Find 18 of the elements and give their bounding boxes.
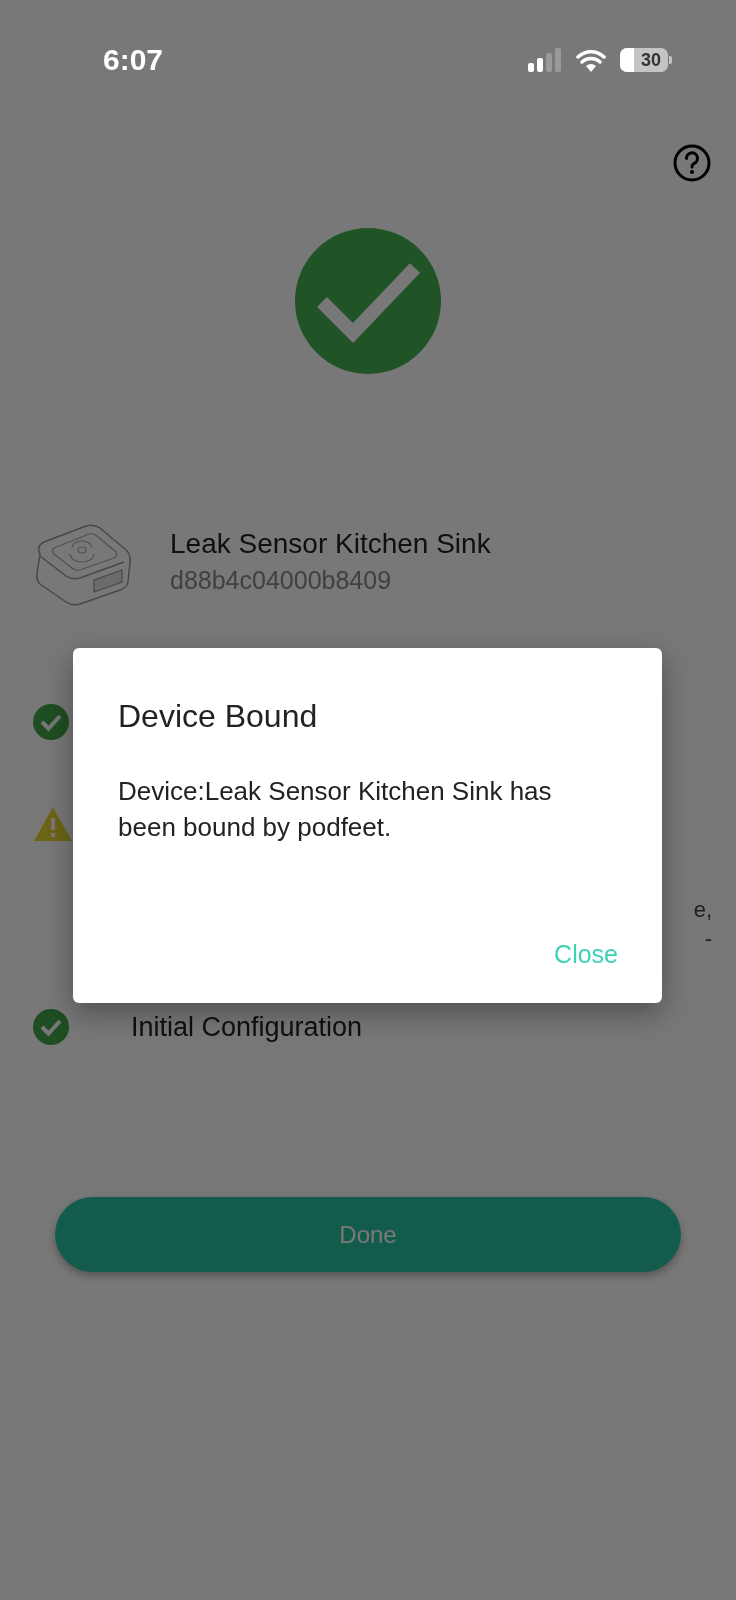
done-button[interactable]: Done xyxy=(55,1197,681,1272)
wifi-icon xyxy=(576,48,606,72)
sensor-device-icon xyxy=(34,524,132,606)
success-check-icon xyxy=(295,228,441,374)
step-text: e, xyxy=(693,898,712,922)
check-circle-icon xyxy=(33,1009,69,1045)
close-button[interactable]: Close xyxy=(554,940,618,969)
dialog-message: Device:Leak Sensor Kitchen Sink has been bound by podfeet. xyxy=(118,775,553,844)
battery-level: 30 xyxy=(641,49,661,71)
step-text: - xyxy=(704,927,712,951)
status-time: 6:07 xyxy=(103,43,164,77)
device-name: Leak Sensor Kitchen Sink xyxy=(170,527,491,560)
dialog-title: Device Bound xyxy=(118,698,319,735)
device-id: d88b4c04000b8409 xyxy=(170,565,393,595)
step-label: Initial Configuration xyxy=(131,1012,363,1042)
signal-icon xyxy=(528,48,562,72)
check-circle-icon xyxy=(33,704,69,740)
help-icon[interactable] xyxy=(673,144,711,182)
